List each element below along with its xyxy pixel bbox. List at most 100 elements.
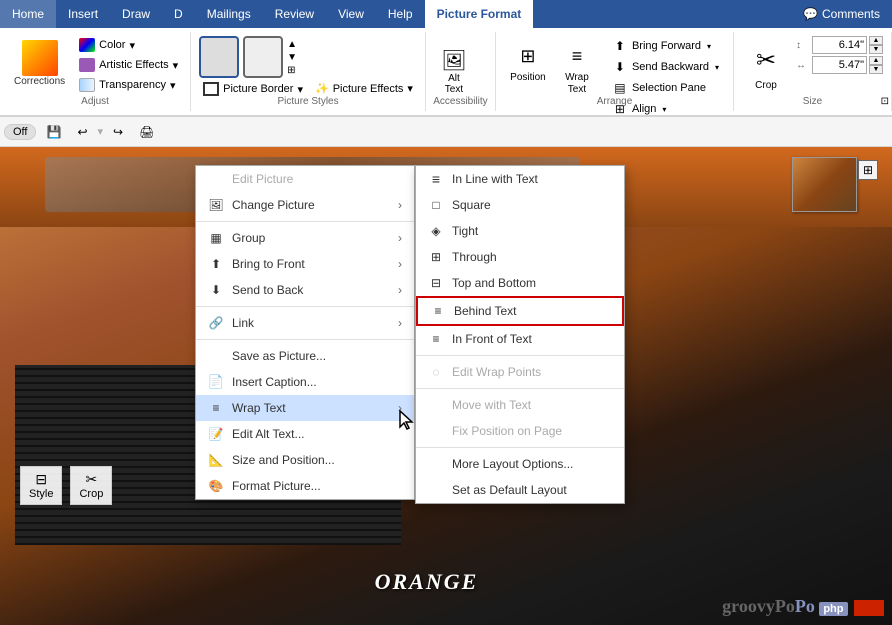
style-up[interactable]: ▲	[287, 39, 297, 50]
artistic-effects-button[interactable]: Artistic Effects ▾	[75, 56, 182, 74]
ribbon-content-area: Corrections Color ▾ Artistic Effects ▾	[0, 28, 892, 116]
tab-view[interactable]: View	[326, 0, 376, 28]
adjust-group-label: Adjust	[0, 96, 190, 107]
send-backward-arrow[interactable]: ▾	[715, 63, 719, 72]
position-label: Position	[510, 72, 546, 83]
redo-button[interactable]: ↪	[107, 123, 129, 141]
style-down[interactable]: ▼	[287, 52, 297, 63]
corrections-button[interactable]: Corrections	[8, 36, 71, 91]
wrap-text-menu-icon: ≡	[208, 400, 224, 416]
menu-wrap-text[interactable]: ≡ Wrap Text ›	[196, 395, 414, 421]
menu-edit-picture: Edit Picture	[196, 166, 414, 192]
bring-to-front-icon: ⬆	[208, 256, 224, 272]
ribbon-group-accessibility: 🖼 AltText Accessibility	[426, 32, 496, 111]
crop-button[interactable]: ✂ Crop	[742, 36, 790, 95]
picture-style-1[interactable]	[199, 36, 239, 78]
style-crop-area: ⊟ Style ✂ Crop	[20, 466, 112, 505]
print-button[interactable]: 🖨	[133, 123, 160, 141]
bring-forward-arrow[interactable]: ▾	[707, 42, 711, 51]
toggle-button[interactable]: Off	[4, 124, 36, 140]
artistic-effects-icon	[79, 58, 95, 72]
set-default-icon	[428, 482, 444, 498]
menu-tight[interactable]: ◈ Tight	[416, 218, 624, 244]
menu-send-to-back[interactable]: ⬇ Send to Back ›	[196, 277, 414, 303]
menu-more-layout[interactable]: More Layout Options...	[416, 451, 624, 477]
height-up[interactable]: ▲	[869, 36, 883, 45]
menu-insert-caption[interactable]: 📄 Insert Caption...	[196, 369, 414, 395]
crop-label: Crop	[755, 80, 777, 91]
in-front-icon: ≡	[428, 331, 444, 347]
image-layout-icon[interactable]: ⊞	[858, 160, 878, 180]
tab-picture-format[interactable]: Picture Format	[425, 0, 534, 28]
height-input[interactable]	[812, 36, 867, 54]
alt-text-button[interactable]: 🖼 AltText	[434, 44, 474, 99]
menu-size-and-position[interactable]: 📐 Size and Position...	[196, 447, 414, 473]
menu-square[interactable]: □ Square	[416, 192, 624, 218]
style-button[interactable]: ⊟ Style	[20, 466, 62, 505]
menu-set-default[interactable]: Set as Default Layout	[416, 477, 624, 503]
artistic-effects-dropdown-arrow[interactable]: ▾	[173, 59, 179, 72]
small-image-thumbnail[interactable]: ⊞	[792, 157, 857, 212]
send-backward-button[interactable]: ⬇ Send Backward ▾	[606, 57, 725, 77]
menu-inline-with-text[interactable]: ≡ In Line with Text	[416, 166, 624, 192]
menu-group[interactable]: ▦ Group ›	[196, 225, 414, 251]
menu-change-picture[interactable]: 🖼 Change Picture ›	[196, 192, 414, 218]
save-button[interactable]: 💾	[40, 123, 67, 141]
position-icon: ⊞	[520, 40, 535, 72]
tab-insert[interactable]: Insert	[56, 0, 110, 28]
menu-in-front-of-text[interactable]: ≡ In Front of Text	[416, 326, 624, 352]
tab-comments[interactable]: 💬 Comments	[791, 0, 892, 28]
bring-forward-button[interactable]: ⬆ Bring Forward ▾	[606, 36, 725, 56]
width-up[interactable]: ▲	[869, 56, 883, 65]
tab-draw[interactable]: Draw	[110, 0, 162, 28]
menu-behind-text[interactable]: ≡ Behind Text	[416, 296, 624, 326]
change-picture-icon: 🖼	[208, 197, 224, 213]
width-spinner: ▲ ▼	[869, 56, 883, 74]
menu-edit-wrap-points: ◌ Edit Wrap Points	[416, 359, 624, 385]
picture-effects-button[interactable]: ✨ Picture Effects▾	[311, 80, 417, 97]
menu-through[interactable]: ⊞ Through	[416, 244, 624, 270]
menu-link[interactable]: 🔗 Link ›	[196, 310, 414, 336]
menu-format-picture[interactable]: 🎨 Format Picture...	[196, 473, 414, 499]
menu-edit-alt-text[interactable]: 📝 Edit Alt Text...	[196, 421, 414, 447]
tab-home[interactable]: Home	[0, 0, 56, 28]
menu-save-as-picture[interactable]: Save as Picture...	[196, 343, 414, 369]
transparency-button[interactable]: Transparency ▾	[75, 76, 182, 94]
move-with-text-icon	[428, 397, 444, 413]
width-down[interactable]: ▼	[869, 65, 883, 74]
ribbon-group-arrange: ⊞ Position ≡ WrapText ⬆ Bring Forward ▾	[496, 32, 734, 111]
color-dropdown-arrow[interactable]: ▾	[129, 39, 135, 52]
width-input[interactable]	[812, 56, 867, 74]
inline-icon: ≡	[428, 171, 444, 187]
selection-pane-icon: ▤	[612, 80, 628, 96]
link-arrow: ›	[398, 316, 402, 330]
send-to-back-arrow: ›	[398, 283, 402, 297]
menu-bring-to-front[interactable]: ⬆ Bring to Front ›	[196, 251, 414, 277]
menu-move-with-text: Move with Text	[416, 392, 624, 418]
bring-to-front-arrow: ›	[398, 257, 402, 271]
wrap-text-icon: ≡	[572, 40, 583, 72]
wrap-text-ribbon-button[interactable]: ≡ WrapText	[556, 36, 598, 100]
tab-review[interactable]: Review	[263, 0, 326, 28]
wrap-separator-2	[416, 388, 624, 389]
tab-d[interactable]: D	[162, 0, 195, 28]
menu-top-and-bottom[interactable]: ⊟ Top and Bottom	[416, 270, 624, 296]
picture-border-icon	[203, 82, 219, 96]
color-button[interactable]: Color ▾	[75, 36, 182, 54]
wrap-text-arrow: ›	[398, 401, 402, 415]
tab-mailings[interactable]: Mailings	[195, 0, 263, 28]
separator-3	[196, 339, 414, 340]
context-menu-picture: Edit Picture 🖼 Change Picture › ▦ Group …	[195, 165, 415, 500]
transparency-icon	[79, 78, 95, 92]
picture-style-2[interactable]	[243, 36, 283, 78]
adjust-right-col: Color ▾ Artistic Effects ▾ Transparency …	[75, 36, 182, 94]
undo-button[interactable]: ↩	[71, 123, 93, 141]
tab-help[interactable]: Help	[376, 0, 425, 28]
crop-floating-button[interactable]: ✂ Crop	[70, 466, 112, 505]
transparency-dropdown-arrow[interactable]: ▾	[170, 79, 176, 92]
height-down[interactable]: ▼	[869, 45, 883, 54]
style-more[interactable]: ⊞	[287, 65, 297, 76]
selection-pane-button[interactable]: ▤ Selection Pane	[606, 78, 725, 98]
position-button[interactable]: ⊞ Position	[504, 36, 552, 87]
php-badge: php	[819, 602, 847, 616]
